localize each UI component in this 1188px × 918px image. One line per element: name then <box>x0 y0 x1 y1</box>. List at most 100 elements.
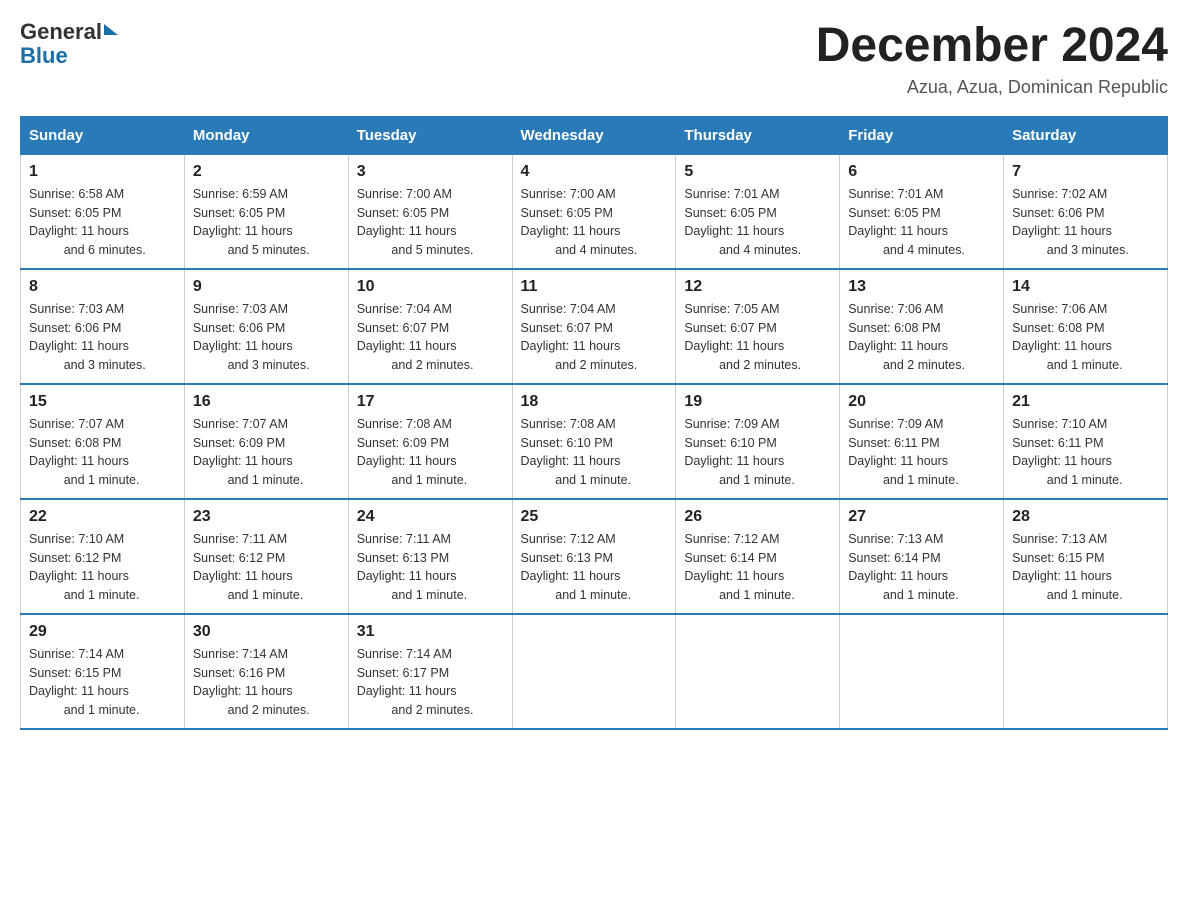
calendar-cell: 1 Sunrise: 6:58 AMSunset: 6:05 PMDaylight… <box>21 154 185 269</box>
calendar-cell: 6Sunrise: 7:01 AMSunset: 6:05 PMDaylight… <box>840 154 1004 269</box>
day-number: 25 <box>521 508 668 526</box>
calendar-cell: 10Sunrise: 7:04 AMSunset: 6:07 PMDayligh… <box>348 269 512 384</box>
calendar-cell: 14Sunrise: 7:06 AMSunset: 6:08 PMDayligh… <box>1004 269 1168 384</box>
calendar-cell: 23 Sunrise: 7:11 AMSunset: 6:12 PMDayligh… <box>184 499 348 614</box>
day-info: Sunrise: 7:09 AMSunset: 6:10 PMDaylight:… <box>684 415 831 490</box>
calendar-cell: 26 Sunrise: 7:12 AMSunset: 6:14 PMDayligh… <box>676 499 840 614</box>
calendar-cell: 24 Sunrise: 7:11 AMSunset: 6:13 PMDayligh… <box>348 499 512 614</box>
day-info: Sunrise: 7:10 AMSunset: 6:12 PMDaylight:… <box>29 530 176 605</box>
page-header: General Blue December 2024 Azua, Azua, D… <box>20 20 1168 98</box>
calendar-cell: 3 Sunrise: 7:00 AMSunset: 6:05 PMDaylight… <box>348 154 512 269</box>
day-info: Sunrise: 7:14 AMSunset: 6:17 PMDaylight:… <box>357 645 504 720</box>
day-info: Sunrise: 7:04 AMSunset: 6:07 PMDaylight:… <box>521 300 668 375</box>
calendar-header-row: Sunday Monday Tuesday Wednesday Thursday… <box>21 116 1168 154</box>
calendar-cell: 13 Sunrise: 7:06 AMSunset: 6:08 PMDayligh… <box>840 269 1004 384</box>
calendar-cell: 17 Sunrise: 7:08 AMSunset: 6:09 PMDayligh… <box>348 384 512 499</box>
day-number: 28 <box>1012 508 1159 526</box>
calendar-week-4: 22 Sunrise: 7:10 AMSunset: 6:12 PMDayligh… <box>21 499 1168 614</box>
day-number: 13 <box>848 278 995 296</box>
day-number: 31 <box>357 623 504 641</box>
calendar-cell: 25Sunrise: 7:12 AMSunset: 6:13 PMDayligh… <box>512 499 676 614</box>
day-number: 19 <box>684 393 831 411</box>
calendar-cell: 21 Sunrise: 7:10 AMSunset: 6:11 PMDayligh… <box>1004 384 1168 499</box>
calendar-cell: 31 Sunrise: 7:14 AMSunset: 6:17 PMDayligh… <box>348 614 512 729</box>
header-sunday: Sunday <box>21 116 185 154</box>
calendar-cell: 9 Sunrise: 7:03 AMSunset: 6:06 PMDaylight… <box>184 269 348 384</box>
day-number: 24 <box>357 508 504 526</box>
day-info: Sunrise: 7:13 AMSunset: 6:15 PMDaylight:… <box>1012 530 1159 605</box>
header-wednesday: Wednesday <box>512 116 676 154</box>
day-info: Sunrise: 7:03 AMSunset: 6:06 PMDaylight:… <box>193 300 340 375</box>
calendar-cell: 2Sunrise: 6:59 AMSunset: 6:05 PMDaylight… <box>184 154 348 269</box>
calendar-cell: 11Sunrise: 7:04 AMSunset: 6:07 PMDayligh… <box>512 269 676 384</box>
calendar-week-3: 15 Sunrise: 7:07 AMSunset: 6:08 PMDayligh… <box>21 384 1168 499</box>
day-number: 17 <box>357 393 504 411</box>
day-info: Sunrise: 7:08 AMSunset: 6:10 PMDaylight:… <box>521 415 668 490</box>
header-friday: Friday <box>840 116 1004 154</box>
day-info: Sunrise: 7:11 AMSunset: 6:13 PMDaylight:… <box>357 530 504 605</box>
day-info: Sunrise: 7:04 AMSunset: 6:07 PMDaylight:… <box>357 300 504 375</box>
calendar-cell: 30 Sunrise: 7:14 AMSunset: 6:16 PMDayligh… <box>184 614 348 729</box>
day-number: 23 <box>193 508 340 526</box>
calendar-cell: 29 Sunrise: 7:14 AMSunset: 6:15 PMDayligh… <box>21 614 185 729</box>
calendar-cell: 16 Sunrise: 7:07 AMSunset: 6:09 PMDayligh… <box>184 384 348 499</box>
calendar-week-1: 1 Sunrise: 6:58 AMSunset: 6:05 PMDaylight… <box>21 154 1168 269</box>
calendar-cell <box>512 614 676 729</box>
day-number: 6 <box>848 163 995 181</box>
calendar-cell: 18Sunrise: 7:08 AMSunset: 6:10 PMDayligh… <box>512 384 676 499</box>
day-info: Sunrise: 7:00 AMSunset: 6:05 PMDaylight:… <box>357 185 504 260</box>
day-number: 8 <box>29 278 176 296</box>
day-info: Sunrise: 7:08 AMSunset: 6:09 PMDaylight:… <box>357 415 504 490</box>
calendar-cell: 20 Sunrise: 7:09 AMSunset: 6:11 PMDayligh… <box>840 384 1004 499</box>
day-info: Sunrise: 7:10 AMSunset: 6:11 PMDaylight:… <box>1012 415 1159 490</box>
day-number: 5 <box>684 163 831 181</box>
logo-triangle-icon <box>104 24 118 35</box>
calendar-week-5: 29 Sunrise: 7:14 AMSunset: 6:15 PMDayligh… <box>21 614 1168 729</box>
day-number: 3 <box>357 163 504 181</box>
calendar-cell <box>840 614 1004 729</box>
header-thursday: Thursday <box>676 116 840 154</box>
calendar-table: Sunday Monday Tuesday Wednesday Thursday… <box>20 116 1168 730</box>
calendar-cell: 12 Sunrise: 7:05 AMSunset: 6:07 PMDayligh… <box>676 269 840 384</box>
day-number: 22 <box>29 508 176 526</box>
day-info: Sunrise: 7:07 AMSunset: 6:08 PMDaylight:… <box>29 415 176 490</box>
day-number: 16 <box>193 393 340 411</box>
day-info: Sunrise: 7:09 AMSunset: 6:11 PMDaylight:… <box>848 415 995 490</box>
day-info: Sunrise: 7:06 AMSunset: 6:08 PMDaylight:… <box>848 300 995 375</box>
calendar-cell: 8 Sunrise: 7:03 AMSunset: 6:06 PMDaylight… <box>21 269 185 384</box>
calendar-cell: 5 Sunrise: 7:01 AMSunset: 6:05 PMDaylight… <box>676 154 840 269</box>
day-number: 29 <box>29 623 176 641</box>
header-monday: Monday <box>184 116 348 154</box>
day-info: Sunrise: 7:01 AMSunset: 6:05 PMDaylight:… <box>684 185 831 260</box>
calendar-cell: 7Sunrise: 7:02 AMSunset: 6:06 PMDaylight… <box>1004 154 1168 269</box>
day-number: 15 <box>29 393 176 411</box>
day-info: Sunrise: 7:07 AMSunset: 6:09 PMDaylight:… <box>193 415 340 490</box>
logo-general: General <box>20 20 102 44</box>
day-number: 4 <box>521 163 668 181</box>
day-number: 26 <box>684 508 831 526</box>
calendar-cell: 27Sunrise: 7:13 AMSunset: 6:14 PMDayligh… <box>840 499 1004 614</box>
day-number: 12 <box>684 278 831 296</box>
day-info: Sunrise: 7:13 AMSunset: 6:14 PMDaylight:… <box>848 530 995 605</box>
day-info: Sunrise: 7:05 AMSunset: 6:07 PMDaylight:… <box>684 300 831 375</box>
calendar-week-2: 8 Sunrise: 7:03 AMSunset: 6:06 PMDaylight… <box>21 269 1168 384</box>
day-info: Sunrise: 7:14 AMSunset: 6:16 PMDaylight:… <box>193 645 340 720</box>
calendar-cell: 22 Sunrise: 7:10 AMSunset: 6:12 PMDayligh… <box>21 499 185 614</box>
day-info: Sunrise: 6:58 AMSunset: 6:05 PMDaylight:… <box>29 185 176 260</box>
day-info: Sunrise: 7:11 AMSunset: 6:12 PMDaylight:… <box>193 530 340 605</box>
day-info: Sunrise: 7:14 AMSunset: 6:15 PMDaylight:… <box>29 645 176 720</box>
day-info: Sunrise: 7:06 AMSunset: 6:08 PMDaylight:… <box>1012 300 1159 375</box>
location-subtitle: Azua, Azua, Dominican Republic <box>816 77 1168 98</box>
day-info: Sunrise: 7:12 AMSunset: 6:14 PMDaylight:… <box>684 530 831 605</box>
day-number: 21 <box>1012 393 1159 411</box>
day-number: 1 <box>29 163 176 181</box>
day-info: Sunrise: 7:03 AMSunset: 6:06 PMDaylight:… <box>29 300 176 375</box>
day-number: 20 <box>848 393 995 411</box>
logo-blue: Blue <box>20 44 68 68</box>
day-info: Sunrise: 7:02 AMSunset: 6:06 PMDaylight:… <box>1012 185 1159 260</box>
day-number: 30 <box>193 623 340 641</box>
day-number: 9 <box>193 278 340 296</box>
day-info: Sunrise: 7:00 AMSunset: 6:05 PMDaylight:… <box>521 185 668 260</box>
header-saturday: Saturday <box>1004 116 1168 154</box>
calendar-cell <box>676 614 840 729</box>
